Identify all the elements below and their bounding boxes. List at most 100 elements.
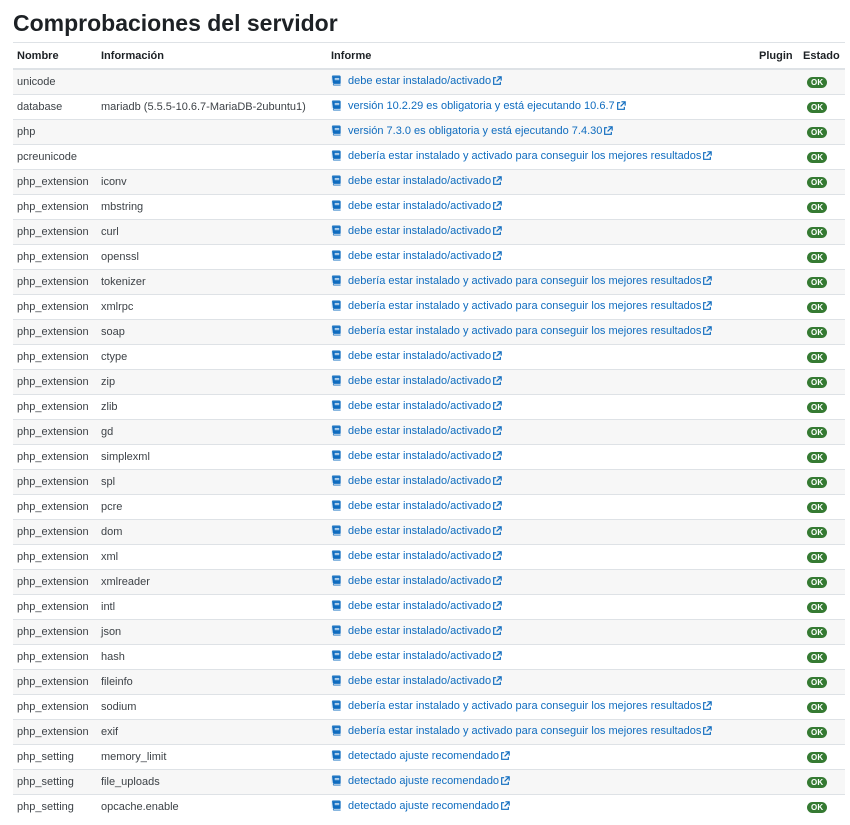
row-name: php_setting: [13, 794, 97, 819]
row-name: php_setting: [13, 769, 97, 795]
row-plugin: [755, 394, 799, 420]
report-text: debe estar instalado/activado: [348, 499, 492, 512]
report-link[interactable]: debe estar instalado/activado: [331, 500, 502, 512]
report-text: debe estar instalado/activado: [348, 349, 492, 362]
row-status: OK: [799, 669, 845, 695]
external-link-icon: [493, 601, 502, 610]
table-row: php versión 7.3.0 es obligatoria y está …: [13, 119, 845, 145]
table-row: php_extension iconv debe estar instalado…: [13, 169, 845, 195]
row-plugin: [755, 494, 799, 520]
report-link[interactable]: debe estar instalado/activado: [331, 250, 502, 262]
row-name: php_extension: [13, 269, 97, 295]
row-status: OK: [799, 369, 845, 395]
row-report: debe estar instalado/activado: [327, 344, 755, 370]
external-link-icon: [493, 576, 502, 585]
row-plugin: [755, 119, 799, 145]
report-text: debe estar instalado/activado: [348, 374, 492, 387]
row-info: intl: [97, 594, 327, 620]
row-plugin: [755, 294, 799, 320]
report-link[interactable]: debería estar instalado y activado para …: [331, 700, 713, 712]
row-plugin: [755, 194, 799, 220]
report-link[interactable]: versión 10.2.29 es obligatoria y está ej…: [331, 100, 626, 112]
row-status: OK: [799, 94, 845, 120]
external-link-icon: [493, 176, 502, 185]
row-status: OK: [799, 794, 845, 819]
status-badge: OK: [807, 702, 828, 713]
row-plugin: [755, 694, 799, 720]
report-link[interactable]: debe estar instalado/activado: [331, 475, 502, 487]
status-badge: OK: [807, 327, 828, 338]
report-text: debe estar instalado/activado: [348, 674, 492, 687]
row-name: php_extension: [13, 669, 97, 695]
status-badge: OK: [807, 202, 828, 213]
status-badge: OK: [807, 527, 828, 538]
table-row: unicode debe estar instalado/activado OK: [13, 68, 845, 95]
report-link[interactable]: debería estar instalado y activado para …: [331, 149, 713, 162]
row-plugin: [755, 344, 799, 370]
row-info: sodium: [97, 694, 327, 720]
table-row: php_extension dom debe estar instalado/a…: [13, 519, 845, 545]
book-icon: [331, 350, 341, 361]
report-link[interactable]: debe estar instalado/activado: [331, 550, 502, 562]
row-report: detectado ajuste recomendado: [327, 769, 755, 795]
row-info: mariadb (5.5.5-10.6.7-MariaDB-2ubuntu1): [97, 94, 327, 120]
report-text: debe estar instalado/activado: [348, 74, 492, 87]
row-status: OK: [799, 494, 845, 520]
external-link-icon: [703, 276, 713, 285]
report-link[interactable]: debe estar instalado/activado: [331, 425, 502, 437]
row-status: OK: [799, 619, 845, 645]
external-link-icon: [501, 801, 510, 810]
row-name: php_extension: [13, 194, 97, 220]
report-link[interactable]: debe estar instalado/activado: [331, 375, 502, 387]
column-header-name: Nombre: [13, 42, 97, 70]
report-link[interactable]: detectado ajuste recomendado: [331, 750, 510, 762]
report-link[interactable]: debe estar instalado/activado: [331, 75, 502, 87]
row-info: tokenizer: [97, 269, 327, 295]
report-text: debería estar instalado y activado para …: [348, 149, 702, 162]
row-info: xmlreader: [97, 569, 327, 595]
report-link[interactable]: debería estar instalado y activado para …: [331, 725, 713, 737]
report-link[interactable]: detectado ajuste recomendado: [331, 800, 510, 812]
report-link[interactable]: debe estar instalado/activado: [331, 450, 502, 462]
report-text: debe estar instalado/activado: [348, 624, 492, 637]
column-header-status: Estado: [799, 42, 845, 70]
report-link[interactable]: debe estar instalado/activado: [331, 350, 502, 362]
row-report: debería estar instalado y activado para …: [327, 694, 755, 720]
report-link[interactable]: debe estar instalado/activado: [331, 650, 502, 662]
status-badge: OK: [807, 227, 828, 238]
external-link-icon: [493, 76, 502, 85]
status-badge: OK: [807, 152, 828, 163]
row-report: debe estar instalado/activado: [327, 394, 755, 420]
report-text: debería estar instalado y activado para …: [348, 274, 702, 287]
report-link[interactable]: debería estar instalado y activado para …: [331, 300, 713, 312]
book-icon: [331, 100, 341, 111]
report-text: debe estar instalado/activado: [348, 449, 492, 462]
report-link[interactable]: versión 7.3.0 es obligatoria y está ejec…: [331, 125, 614, 137]
report-link[interactable]: debe estar instalado/activado: [331, 525, 502, 537]
row-status: OK: [799, 68, 845, 95]
row-report: debe estar instalado/activado: [327, 469, 755, 495]
report-link[interactable]: debería estar instalado y activado para …: [331, 325, 713, 337]
report-link[interactable]: debe estar instalado/activado: [331, 225, 502, 237]
report-link[interactable]: debe estar instalado/activado: [331, 675, 502, 687]
report-link[interactable]: debe estar instalado/activado: [331, 175, 502, 187]
row-report: detectado ajuste recomendado: [327, 794, 755, 819]
table-row: php_extension curl debe estar instalado/…: [13, 219, 845, 245]
report-link[interactable]: detectado ajuste recomendado: [331, 775, 510, 787]
report-link[interactable]: debería estar instalado y activado para …: [331, 274, 713, 287]
report-text: debe estar instalado/activado: [348, 399, 492, 412]
book-icon: [331, 800, 341, 811]
row-plugin: [755, 319, 799, 345]
report-link[interactable]: debe estar instalado/activado: [331, 575, 502, 587]
report-link[interactable]: debe estar instalado/activado: [331, 400, 502, 412]
report-link[interactable]: debe estar instalado/activado: [331, 625, 502, 637]
external-link-icon: [493, 451, 502, 460]
row-status: OK: [799, 194, 845, 220]
book-icon: [331, 575, 341, 586]
report-link[interactable]: debe estar instalado/activado: [331, 600, 502, 612]
row-info: exif: [97, 719, 327, 745]
external-link-icon: [493, 376, 502, 385]
book-icon: [331, 200, 341, 211]
report-link[interactable]: debe estar instalado/activado: [331, 200, 502, 212]
status-badge: OK: [807, 602, 828, 613]
